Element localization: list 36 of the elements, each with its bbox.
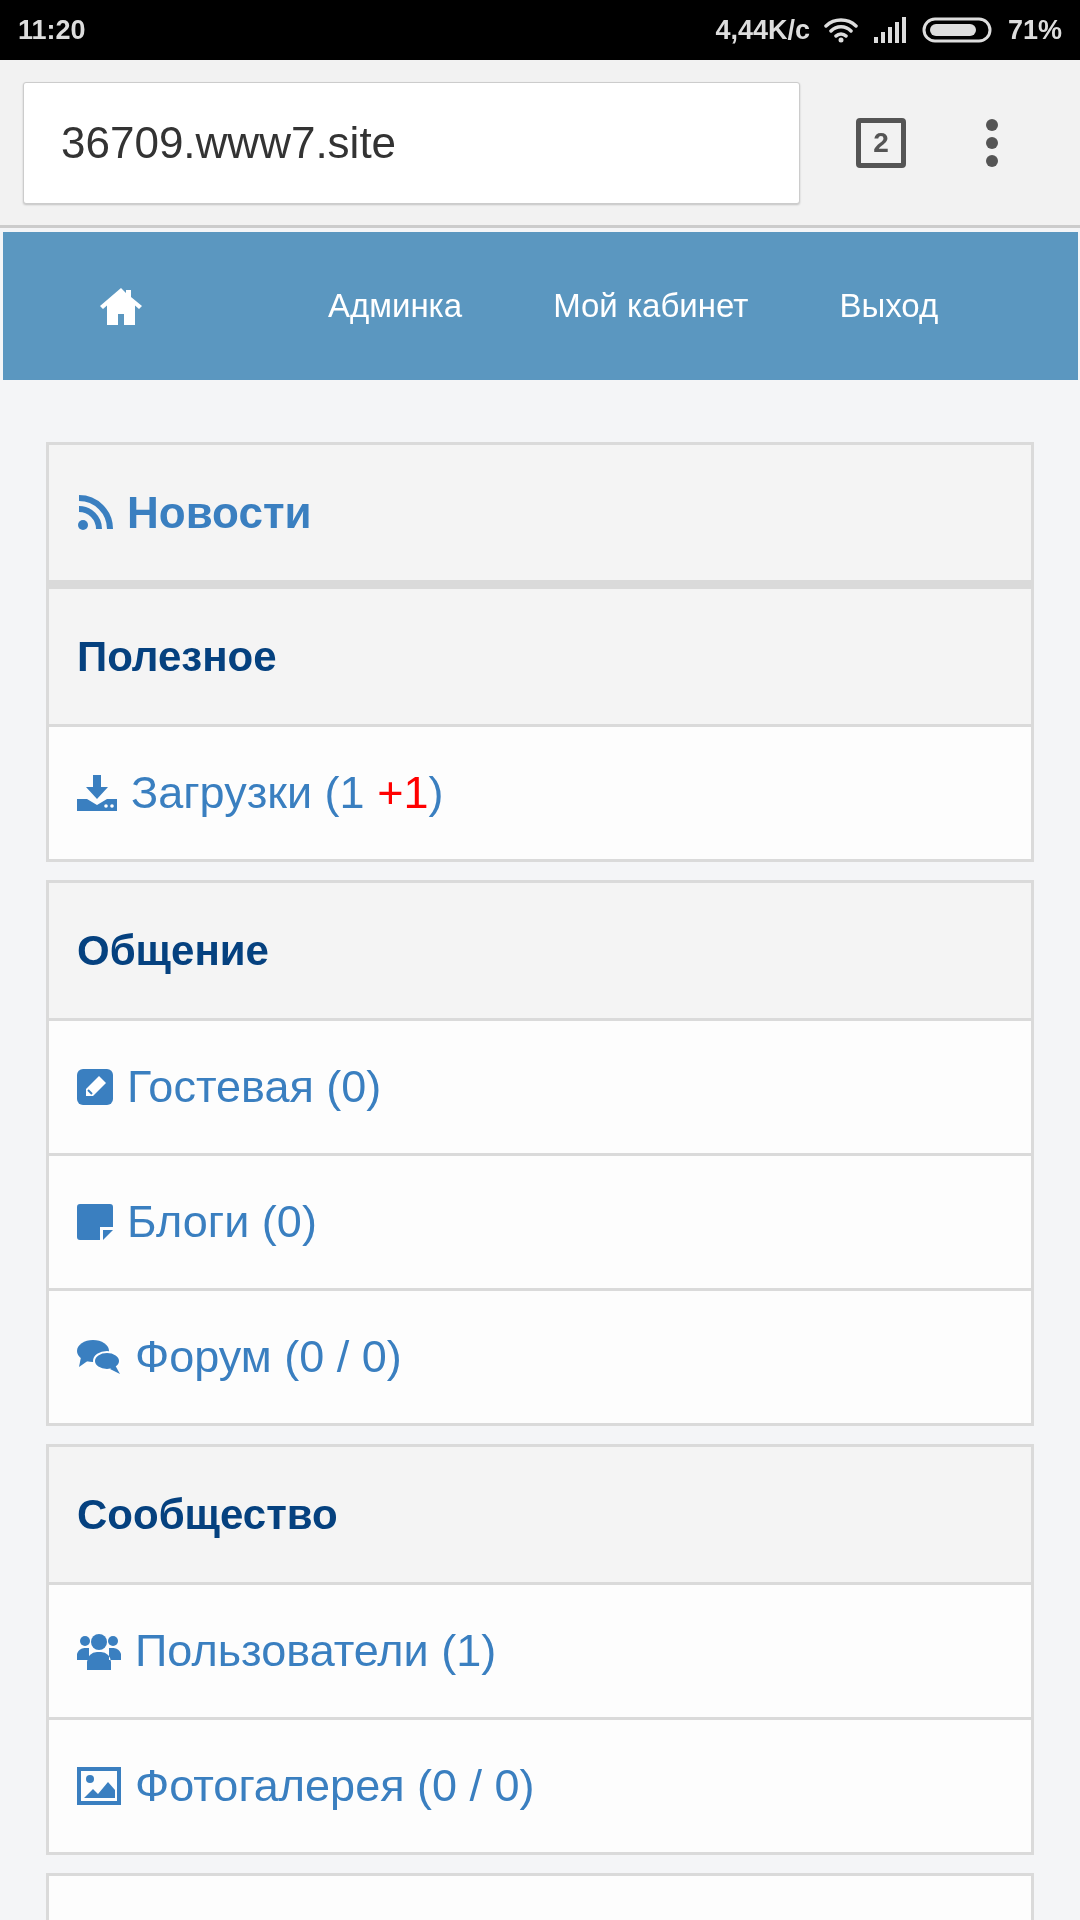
image-icon xyxy=(77,1767,121,1805)
nav-link[interactable]: Мой кабинет xyxy=(553,287,749,325)
nav-link[interactable]: Выход xyxy=(839,287,939,325)
nav-link[interactable]: Админка xyxy=(328,287,463,325)
users-icon xyxy=(77,1632,121,1670)
news-link[interactable]: Новости xyxy=(127,487,312,538)
rss-icon xyxy=(77,494,113,531)
note-icon xyxy=(77,1204,113,1240)
signal-icon xyxy=(871,17,908,43)
pencil-icon xyxy=(77,1069,113,1105)
menu-icon[interactable] xyxy=(984,117,1000,168)
menu-item-label: Блоги (0) xyxy=(127,1196,317,1248)
menu-item-label: Гостевая (0) xyxy=(127,1061,382,1113)
home-icon[interactable] xyxy=(98,286,144,326)
clock-time: 11:20 xyxy=(18,14,86,46)
menu-item[interactable]: Пользователи (1) xyxy=(49,1582,1031,1717)
section-title: Общение xyxy=(77,926,269,975)
wifi-icon xyxy=(823,17,858,43)
menu-item[interactable]: Загрузки (1 +1) xyxy=(49,724,1031,859)
speech-bubbles-icon xyxy=(77,1339,121,1375)
section-title: Полезное xyxy=(77,632,277,681)
menu-item-label: Загрузки (1 +1) xyxy=(131,767,444,819)
network-speed: 4,44K/c xyxy=(715,14,810,46)
menu-item[interactable]: Блоги (0) xyxy=(49,1153,1031,1288)
battery-percent: 71% xyxy=(1007,14,1062,46)
menu-item[interactable]: Фотогалерея (0 / 0) xyxy=(49,1717,1031,1852)
menu-item[interactable]: Форум (0 / 0) xyxy=(49,1288,1031,1423)
download-icon xyxy=(77,775,117,811)
battery-icon xyxy=(921,17,994,43)
menu-item-label: Форум (0 / 0) xyxy=(135,1331,402,1383)
section-title: Сообщество xyxy=(77,1490,338,1539)
menu-item-label: Фотогалерея (0 / 0) xyxy=(135,1760,535,1812)
tab-switcher-button[interactable]: 2 xyxy=(856,117,906,168)
menu-item-label: Пользователи (1) xyxy=(135,1625,497,1677)
address-field[interactable]: 36709.www7.site xyxy=(23,81,800,204)
menu-item[interactable]: Гостевая (0) xyxy=(49,1018,1031,1153)
